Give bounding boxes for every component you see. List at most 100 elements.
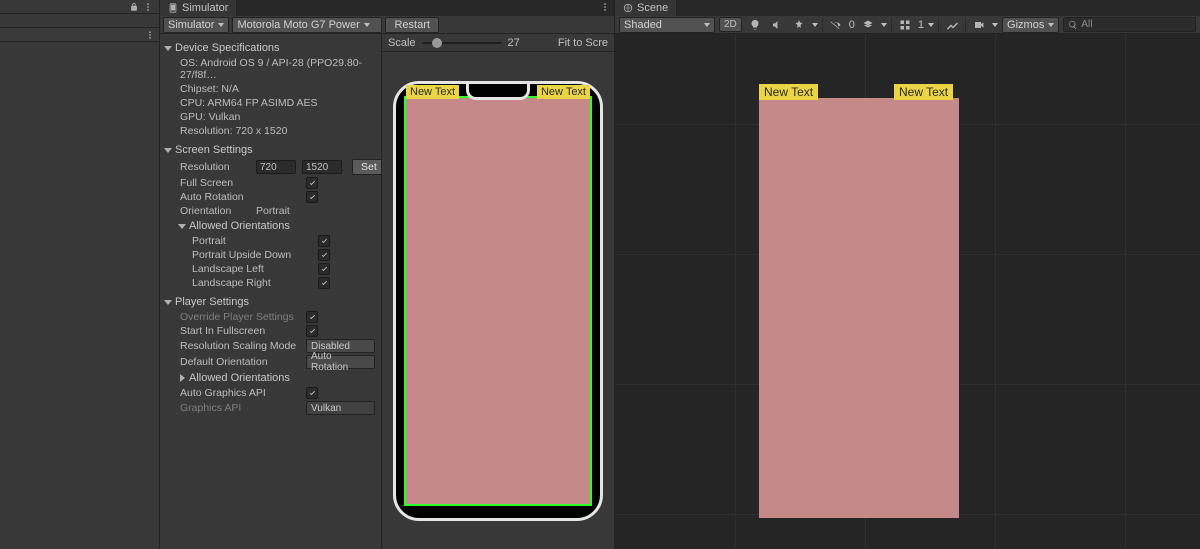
tab-menu-icon[interactable] (600, 2, 610, 12)
search-placeholder: All (1081, 19, 1092, 30)
spec-chipset: Chipset: N/A (180, 83, 239, 95)
chevron-down-icon (1048, 23, 1054, 27)
spec-resolution: Resolution: 720 x 1520 (180, 125, 287, 137)
camera-icon[interactable] (970, 17, 988, 33)
draw-mode-dropdown[interactable]: Shaded (619, 17, 715, 33)
gizmos-dropdown[interactable]: Gizmos (1002, 17, 1059, 33)
canvas-rect[interactable] (759, 98, 959, 518)
chevron-down-icon[interactable] (812, 23, 818, 27)
allowed-title: Allowed Orientations (189, 220, 290, 232)
toggle-2d[interactable]: 2D (719, 17, 742, 32)
portrait-label: Portrait (192, 235, 312, 247)
default-orient-value: Auto Rotation (311, 351, 370, 373)
landscape-right-checkbox[interactable] (318, 277, 330, 289)
set-button[interactable]: Set (352, 159, 382, 175)
autorotation-checkbox[interactable] (306, 191, 318, 203)
chevron-down-icon[interactable] (992, 23, 998, 27)
hidden-count: 0 (849, 19, 855, 31)
tab-bar: Scene (615, 0, 1200, 16)
default-orient-select[interactable]: Auto Rotation (306, 355, 375, 369)
resolution-height-input[interactable] (302, 160, 342, 174)
lock-icon[interactable] (129, 2, 139, 12)
audio-icon[interactable] (768, 17, 786, 33)
scene-text-right[interactable]: New Text (894, 84, 953, 100)
restart-button[interactable]: Restart (385, 17, 438, 33)
preview-canvas: New Text New Text (382, 52, 614, 549)
shaded-label: Shaded (624, 19, 662, 31)
scene-viewport[interactable]: New Text New Text (615, 34, 1200, 549)
tab-simulator[interactable]: Simulator (160, 0, 237, 16)
simulator-icon (168, 3, 178, 13)
player-settings-section: Player Settings Override Player Settings… (160, 292, 381, 418)
spec-gpu: GPU: Vulkan (180, 111, 240, 123)
scaling-label: Resolution Scaling Mode (180, 340, 300, 352)
chevron-down-icon (218, 23, 224, 27)
resolution-label: Resolution (180, 161, 250, 173)
landscape-left-label: Landscape Left (192, 263, 312, 275)
phone-notch (466, 84, 530, 100)
orientation-label: Orientation (180, 205, 250, 217)
scene-toolbar: Shaded 2D 0 1 Gizmos All (615, 16, 1200, 34)
override-label: Override Player Settings (180, 311, 300, 323)
simulator-settings: Device Specifications OS: Android OS 9 /… (160, 34, 382, 549)
simulator-preview: Scale 27 Fit to Scre New Text New Text (382, 34, 614, 549)
override-checkbox[interactable] (306, 311, 318, 323)
hidden-icon[interactable] (827, 17, 845, 33)
ui-text-left: New Text (406, 85, 459, 99)
auto-gfx-label: Auto Graphics API (180, 387, 300, 399)
resolution-width-input[interactable] (256, 160, 296, 174)
scene-panel: Scene Shaded 2D 0 1 Gizmos All New Text … (615, 0, 1200, 549)
device-specs-section: Device Specifications OS: Android OS 9 /… (160, 38, 381, 140)
layers-icon[interactable] (859, 17, 877, 33)
ui-text-right: New Text (537, 85, 590, 99)
lighting-icon[interactable] (746, 17, 764, 33)
restart-label: Restart (394, 19, 429, 31)
spec-cpu: CPU: ARM64 FP ASIMD AES (180, 97, 318, 109)
tab-label: Scene (637, 2, 668, 14)
menu-icon[interactable] (143, 2, 153, 12)
chevron-down-icon (364, 23, 370, 27)
foldout-icon (164, 46, 172, 51)
scene-search[interactable]: All (1063, 17, 1196, 32)
scene-text-left[interactable]: New Text (759, 84, 818, 100)
start-fullscreen-checkbox[interactable] (306, 325, 318, 337)
device-label: Motorola Moto G7 Power (237, 19, 359, 31)
gfx-api-value: Vulkan (311, 403, 341, 414)
fx-icon[interactable] (790, 17, 808, 33)
allowed-orient-header[interactable]: Allowed Orientations (166, 218, 375, 234)
start-fullscreen-label: Start In Fullscreen (180, 325, 300, 337)
fit-label[interactable]: Fit to Scre (558, 37, 608, 49)
panel-toolbar (0, 14, 159, 28)
grid-value: 1 (918, 19, 924, 31)
spec-os: OS: Android OS 9 / API-28 (PPO29.80-27/f… (180, 57, 375, 81)
grid-icon[interactable] (896, 17, 914, 33)
chevron-down-icon (704, 23, 710, 27)
section-header-player[interactable]: Player Settings (166, 294, 375, 310)
auto-gfx-checkbox[interactable] (306, 387, 318, 399)
section-title: Device Specifications (175, 42, 280, 54)
portrait-checkbox[interactable] (318, 235, 330, 247)
preview-toolbar: Scale 27 Fit to Scre (382, 34, 614, 52)
set-label: Set (361, 161, 377, 173)
simulator-panel: Simulator Simulator Motorola Moto G7 Pow… (160, 0, 615, 549)
section-header-device-specs[interactable]: Device Specifications (166, 40, 375, 56)
tools-icon[interactable] (943, 17, 961, 33)
mode-dropdown[interactable]: Simulator (163, 17, 229, 33)
orientation-value: Portrait (256, 205, 290, 217)
foldout-icon (164, 300, 172, 305)
gfx-api-select: Vulkan (306, 401, 375, 415)
tab-scene[interactable]: Scene (615, 0, 677, 16)
section-header-screen[interactable]: Screen Settings (166, 142, 375, 158)
menu-icon[interactable] (145, 30, 155, 40)
slider-thumb[interactable] (432, 38, 442, 48)
phone-frame: New Text New Text (393, 81, 603, 521)
landscape-left-checkbox[interactable] (318, 263, 330, 275)
foldout-icon (180, 374, 185, 382)
chevron-down-icon[interactable] (881, 23, 887, 27)
chevron-down-icon[interactable] (928, 23, 934, 27)
tab-label: Simulator (182, 2, 228, 14)
scale-slider[interactable] (422, 42, 502, 44)
device-dropdown[interactable]: Motorola Moto G7 Power (232, 17, 382, 33)
fullscreen-checkbox[interactable] (306, 177, 318, 189)
portrait-upside-checkbox[interactable] (318, 249, 330, 261)
